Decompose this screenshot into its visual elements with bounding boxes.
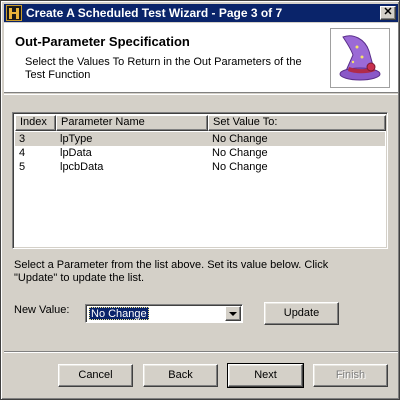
back-button[interactable]: Back [143, 364, 218, 387]
row-parameter-name: lpType [60, 133, 93, 145]
row-index: 4 [19, 147, 26, 159]
parameter-list[interactable]: Index Parameter Name Set Value To: 3 lpT… [12, 112, 388, 249]
column-parameter-name[interactable]: Parameter Name [56, 115, 208, 131]
table-row[interactable]: 4 lpData No Change [15, 146, 385, 160]
update-button[interactable]: Update [264, 302, 339, 325]
footer-separator [4, 351, 398, 353]
close-button[interactable]: ✕ [380, 6, 396, 20]
row-parameter-name: lpcbData [60, 161, 104, 173]
new-value-label: New Value: [14, 304, 70, 316]
new-value-dropdown[interactable]: No Change [85, 304, 243, 323]
row-index: 3 [19, 133, 26, 145]
row-index: 5 [19, 161, 26, 173]
finish-button[interactable]: Finish [313, 364, 388, 387]
chevron-down-icon [229, 311, 237, 316]
table-row[interactable]: 3 lpType No Change [15, 132, 385, 146]
column-set-value[interactable]: Set Value To: [208, 115, 386, 131]
row-value: No Change [212, 161, 268, 173]
header-divider [4, 94, 398, 95]
app-icon [6, 5, 22, 21]
wizard-hat-icon [330, 28, 390, 88]
next-button[interactable]: Next [227, 363, 304, 388]
new-value-selected: No Change [89, 307, 149, 320]
wizard-header: Out-Parameter Specification Select the V… [4, 23, 398, 93]
dropdown-button[interactable] [225, 306, 241, 321]
instructions-text: Select a Parameter from the list above. … [14, 259, 329, 284]
cancel-button[interactable]: Cancel [58, 364, 133, 387]
window-title: Create A Scheduled Test Wizard - Page 3 … [26, 6, 283, 20]
page-title: Out-Parameter Specification [15, 34, 190, 49]
row-value: No Change [212, 133, 268, 145]
row-value: No Change [212, 147, 268, 159]
table-row[interactable]: 5 lpcbData No Change [15, 160, 385, 174]
title-bar[interactable]: Create A Scheduled Test Wizard - Page 3 … [4, 4, 398, 22]
list-header: Index Parameter Name Set Value To: [15, 115, 386, 131]
close-icon: ✕ [383, 6, 393, 18]
wizard-dialog: Create A Scheduled Test Wizard - Page 3 … [0, 0, 400, 400]
row-parameter-name: lpData [60, 147, 92, 159]
column-index[interactable]: Index [15, 115, 56, 131]
page-subtitle: Select the Values To Return in the Out P… [25, 56, 302, 81]
list-rows: 3 lpType No Change 4 lpData No Change 5 … [15, 132, 385, 174]
